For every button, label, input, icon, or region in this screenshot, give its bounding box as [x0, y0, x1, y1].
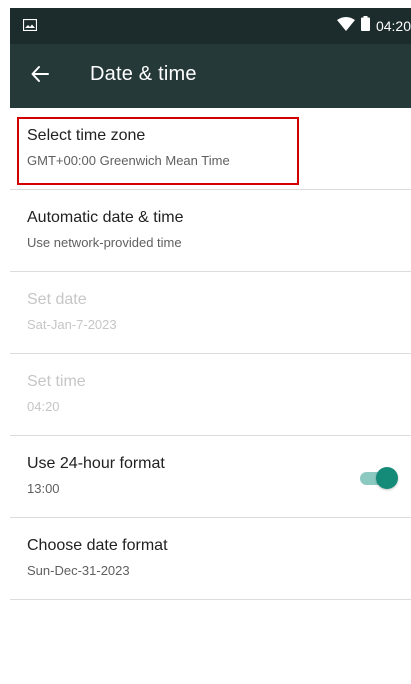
choose-date-format-title: Choose date format [27, 537, 168, 554]
set-time-title: Set time [27, 373, 86, 390]
set-time-summary: 04:20 [27, 399, 60, 414]
back-button[interactable] [25, 61, 55, 91]
use-24-hour-format-title: Use 24-hour format [27, 455, 165, 472]
status-time: 04:20 [375, 18, 411, 34]
toggle-thumb [376, 467, 398, 489]
choose-date-format-item[interactable]: Choose date format Sun-Dec-31-2023 [10, 518, 411, 600]
24-hour-format-toggle[interactable] [358, 467, 398, 489]
automatic-date-time-summary: Use network-provided time [27, 235, 182, 250]
select-time-zone-title: Select time zone [27, 127, 146, 144]
battery-icon [360, 16, 370, 36]
image-icon [22, 18, 38, 32]
wifi-icon [336, 16, 355, 36]
settings-screen: 04:20 Date & time Select time zone GMT+0… [10, 8, 411, 684]
back-arrow-icon [31, 65, 49, 88]
automatic-date-time-title: Automatic date & time [27, 209, 184, 226]
status-indicators: 04:20 [336, 8, 411, 44]
status-bar: 04:20 [10, 8, 411, 44]
page-title: Date & time [90, 63, 197, 85]
app-toolbar: Date & time [10, 44, 411, 108]
use-24-hour-format-item[interactable]: Use 24-hour format 13:00 [10, 436, 411, 518]
select-time-zone-summary: GMT+00:00 Greenwich Mean Time [27, 153, 230, 168]
automatic-date-time-item[interactable]: Automatic date & time Use network-provid… [10, 190, 411, 272]
select-time-zone-item[interactable]: Select time zone GMT+00:00 Greenwich Mea… [10, 108, 411, 190]
set-date-summary: Sat-Jan-7-2023 [27, 317, 117, 332]
use-24-hour-format-summary: 13:00 [27, 481, 60, 496]
set-date-title: Set date [27, 291, 87, 308]
choose-date-format-summary: Sun-Dec-31-2023 [27, 563, 130, 578]
set-date-item: Set date Sat-Jan-7-2023 [10, 272, 411, 354]
settings-list: Select time zone GMT+00:00 Greenwich Mea… [10, 108, 411, 600]
set-time-item: Set time 04:20 [10, 354, 411, 436]
